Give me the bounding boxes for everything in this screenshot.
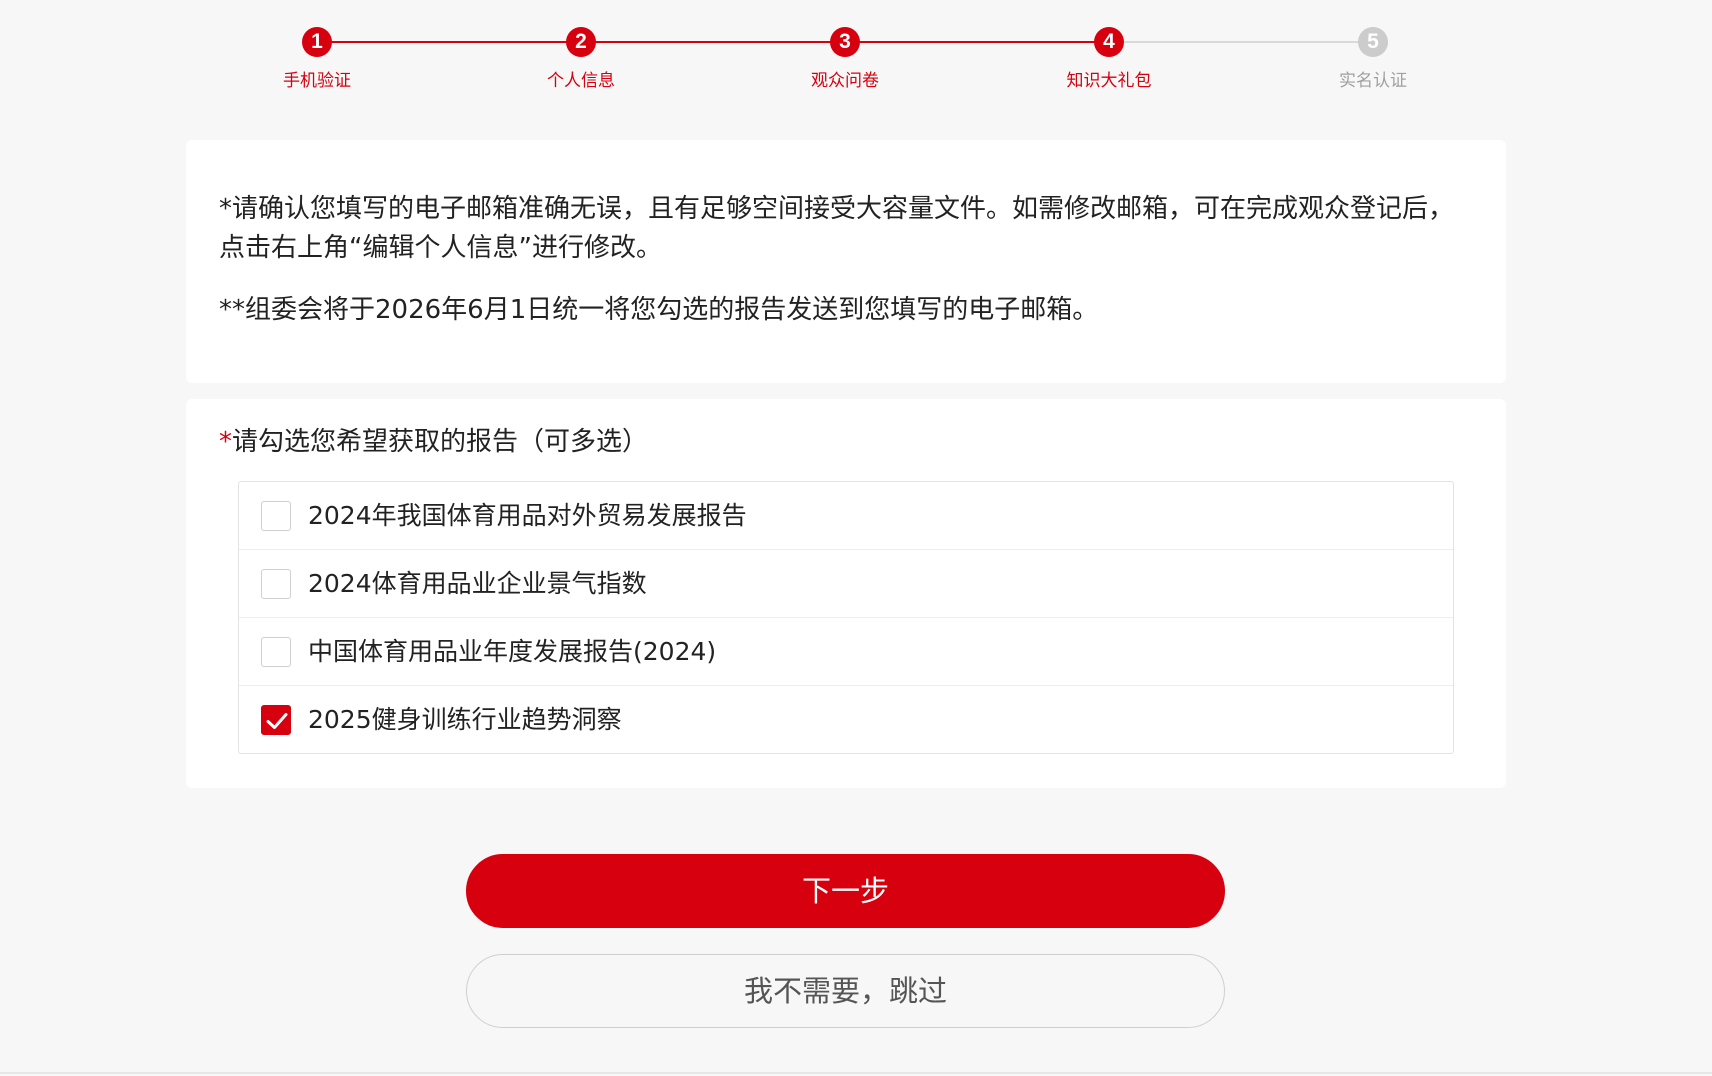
report-option-label: 中国体育用品业年度发展报告(2024) [308,636,717,666]
report-question-label: 请勾选您希望获取的报告（可多选） [232,427,649,457]
bottom-divider [0,1072,1712,1074]
step-number-2: 2 [566,27,596,57]
report-checkbox[interactable] [261,568,291,599]
report-checkbox[interactable] [261,705,291,735]
email-notice-text: *请确认您填写的电子邮箱准确无误，且有足够空间接受大容量文件。如需修改邮箱，可在… [219,194,1455,263]
report-checkbox[interactable] [261,500,291,531]
report-option-label: 2024年我国体育用品对外贸易发展报告 [308,500,747,530]
step-5: 5 实名认证 [1293,27,1453,91]
step-number-4: 4 [1094,27,1124,57]
check-icon [266,713,288,729]
report-select-card: *请勾选您希望获取的报告（可多选） 2024年我国体育用品对外贸易发展报告 20… [186,399,1506,788]
step-label-1: 手机验证 [283,71,351,91]
step-number-5: 5 [1358,27,1388,57]
step-number-1: 1 [302,27,332,57]
report-question: *请勾选您希望获取的报告（可多选） [219,425,1473,459]
step-number-3: 3 [830,27,860,57]
next-step-button[interactable]: 下一步 [466,854,1225,928]
step-label-2: 个人信息 [547,71,615,91]
page: 1 手机验证 2 个人信息 3 观众问卷 4 知识大礼包 5 实名认证 *请确认… [0,0,1712,1076]
step-label-4: 知识大礼包 [1066,71,1152,91]
report-checkbox[interactable] [261,636,291,667]
skip-button[interactable]: 我不需要，跳过 [466,954,1225,1028]
notice-card: *请确认您填写的电子邮箱准确无误，且有足够空间接受大容量文件。如需修改邮箱，可在… [186,140,1506,383]
report-option[interactable]: 2025健身训练行业趋势洞察 [239,686,1453,754]
report-option[interactable]: 2024体育用品业企业景气指数 [239,550,1453,618]
report-option-label: 2024体育用品业企业景气指数 [308,568,647,598]
step-3: 3 观众问卷 [765,27,925,91]
report-option-label: 2025健身训练行业趋势洞察 [308,705,622,734]
step-1: 1 手机验证 [237,27,397,91]
step-2: 2 个人信息 [501,27,661,91]
step-4: 4 知识大礼包 [1029,27,1189,91]
delivery-date-notice-text: **组委会将于2026年6月1日统一将您勾选的报告发送到您填写的电子邮箱。 [219,295,1099,325]
report-option[interactable]: 2024年我国体育用品对外贸易发展报告 [239,482,1453,550]
step-label-5: 实名认证 [1339,71,1407,91]
report-option[interactable]: 中国体育用品业年度发展报告(2024) [239,618,1453,686]
report-options-list: 2024年我国体育用品对外贸易发展报告 2024体育用品业企业景气指数 中国体育… [238,481,1454,754]
required-mark: * [219,427,232,457]
progress-stepper: 1 手机验证 2 个人信息 3 观众问卷 4 知识大礼包 5 实名认证 [0,0,1712,110]
step-label-3: 观众问卷 [811,71,879,91]
